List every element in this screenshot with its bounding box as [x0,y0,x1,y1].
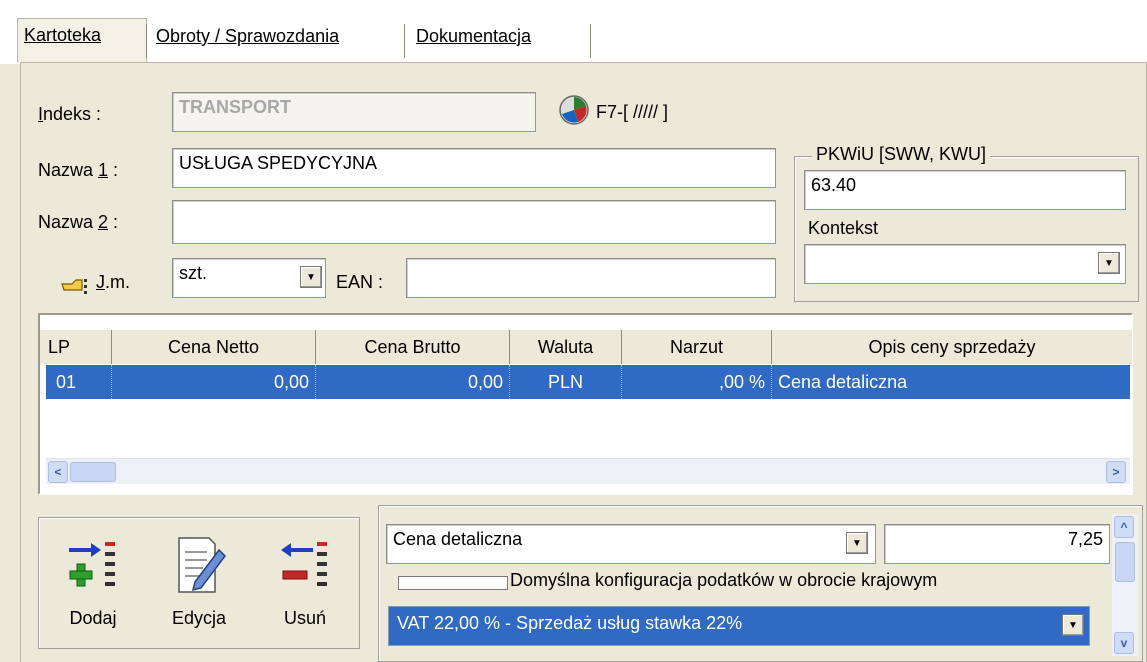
tab-kartoteka-label: Kartoteka [24,25,102,45]
grid-header: LP Cena Netto Cena Brutto Waluta Narzut … [40,330,1132,364]
f7-label: F7-[ ///// ] [596,102,669,122]
add-row-icon [69,542,115,587]
indeks-field[interactable]: TRANSPORT [172,92,536,132]
edit-document-icon [178,537,226,593]
remove-row-icon [281,542,327,586]
domestic-tax-label: Domyślna konfiguracja podatków w obrocie… [510,570,938,590]
scroll-right-icon[interactable]: > [1106,461,1126,483]
tab-separator [404,24,406,58]
tab-dokumentacja[interactable]: Dokumentacja [410,22,537,54]
scrollbar-thumb[interactable] [70,462,116,482]
cell-cena-netto: 0,00 [112,365,316,399]
price-amount-field[interactable]: 7,25 [884,524,1110,564]
price-type-select[interactable]: Cena detaliczna [386,524,876,564]
kontekst-select[interactable] [804,244,1126,284]
tab-obroty[interactable]: Obroty / Sprawozdania [150,22,345,54]
scrollbar-thumb[interactable] [1115,542,1135,582]
chevron-down-icon: ▼ [306,271,316,283]
delete-button-label: Usuń [283,608,327,628]
cell-narzut: ,00 % [622,365,772,399]
pointer-hand-icon[interactable] [60,276,90,298]
cell-opis: Cena detaliczna [778,371,908,392]
vat-select[interactable]: VAT 22,00 % - Sprzedaż usług stawka 22% [388,606,1090,646]
jm-label: J.m. [96,272,130,292]
nazwa2-field[interactable] [172,200,776,244]
chevron-down-icon: ▼ [1068,619,1078,631]
chevron-down-icon: ▼ [1104,257,1114,269]
tab-kartoteka[interactable]: Kartoteka [17,18,147,62]
edit-button-label: Edycja [171,608,227,628]
pkwiu-field[interactable]: 63.40 [804,170,1126,210]
scroll-left-icon[interactable]: < [48,461,68,483]
tab-separator [590,24,592,58]
column-header-waluta[interactable]: Waluta [510,330,622,364]
price-type-dropdown-button[interactable]: ▼ [846,532,868,554]
kontekst-label: Kontekst [808,218,879,238]
domestic-tax-checkbox[interactable] [398,576,508,590]
jm-dropdown-button[interactable]: ▼ [300,266,322,288]
pkwiu-title: PKWiU [SWW, KWU] [812,144,990,165]
cell-lp: 01 [46,365,112,399]
tab-separator [146,24,148,58]
edit-button[interactable]: Edycja [151,524,247,644]
scroll-up-icon[interactable]: ^ [1114,516,1134,538]
tab-obroty-label: Obroty / Sprawozdania [156,26,340,46]
chevron-down-icon: ▼ [852,537,862,549]
grid-horizontal-scrollbar[interactable]: < > [46,458,1130,484]
indeks-label: Indeks : [38,104,102,124]
column-header-cena-brutto[interactable]: Cena Brutto [316,330,510,364]
add-button-label: Dodaj [69,608,117,628]
vat-dropdown-button[interactable]: ▼ [1062,614,1084,636]
tab-dokumentacja-label: Dokumentacja [416,26,532,46]
price-vertical-scrollbar[interactable]: ^ v [1112,514,1138,656]
nazwa1-label: Nazwa 1 : [38,160,119,180]
delete-button[interactable]: Usuń [257,524,353,644]
ean-label: EAN : [336,272,384,292]
cell-cena-brutto: 0,00 [316,365,510,399]
nazwa2-label: Nazwa 2 : [38,212,119,232]
ean-field[interactable] [406,258,776,298]
cell-waluta: PLN [510,365,622,399]
scroll-down-icon[interactable]: v [1114,632,1134,654]
column-header-narzut[interactable]: Narzut [622,330,772,364]
add-button[interactable]: Dodaj [45,524,141,644]
nazwa1-field[interactable]: USŁUGA SPEDYCYJNA [172,148,776,188]
action-buttons-panel: Dodaj Edycja Usuń [38,517,360,649]
column-header-cena-netto[interactable]: Cena Netto [112,330,316,364]
column-header-opis[interactable]: Opis ceny sprzedaży [772,330,1132,364]
f7-lookup-icon[interactable] [558,94,590,126]
kontekst-dropdown-button[interactable]: ▼ [1098,252,1120,274]
table-row[interactable]: 01 0,00 0,00 PLN ,00 % Cena detaliczna [46,365,1130,399]
column-header-lp[interactable]: LP [40,330,112,364]
jm-select-value: szt. [179,263,208,283]
